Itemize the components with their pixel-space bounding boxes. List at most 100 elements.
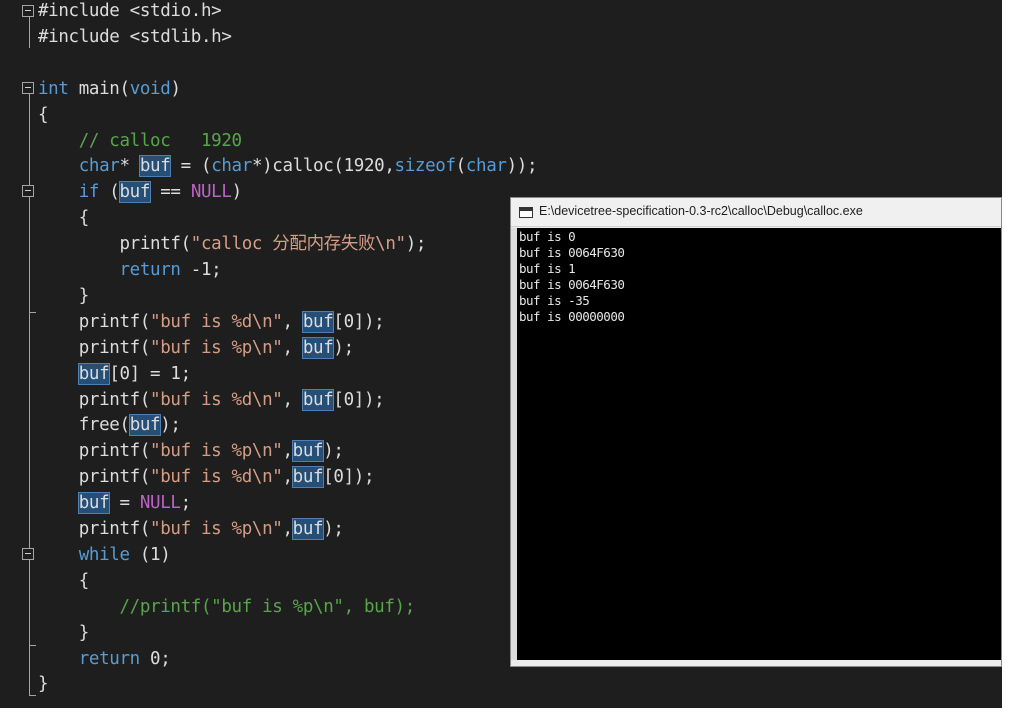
code-line[interactable]: printf("buf is %d\n", buf[0]); [38, 387, 385, 413]
code-token: = [109, 493, 140, 514]
code-token: return [78, 648, 140, 669]
code-line[interactable]: { [38, 102, 49, 128]
code-line[interactable]: // calloc 1920 [38, 128, 242, 154]
fold-guide-end [29, 645, 36, 646]
code-line[interactable]: printf("buf is %d\n", buf[0]); [38, 309, 385, 335]
fold-toggle-includes[interactable] [22, 5, 34, 17]
code-token: [0]); [333, 389, 385, 410]
code-line[interactable]: int main(void) [38, 76, 181, 102]
code-token: ); [160, 415, 181, 436]
console-output-line: buf is 00000000 [519, 309, 625, 324]
highlighted-symbol: buf [301, 388, 335, 411]
fold-guide-end [29, 695, 36, 696]
code-token: { [38, 570, 90, 591]
code-token: void [129, 78, 171, 99]
code-line[interactable]: //printf("buf is %p\n", buf); [38, 594, 416, 620]
code-token: NULL [139, 493, 181, 514]
code-token: char [465, 156, 507, 177]
code-token: "buf is %d\n" [150, 389, 283, 410]
code-token: ); [323, 441, 344, 462]
code-token: 0; [139, 648, 171, 669]
code-token: "calloc 分配内存失败\n" [190, 234, 406, 255]
code-token: [0] = 1; [109, 363, 191, 384]
code-token: NULL [190, 182, 232, 203]
code-token: printf( [38, 467, 151, 488]
highlighted-symbol: buf [291, 518, 325, 540]
code-line[interactable]: buf[0] = 1; [38, 361, 191, 387]
code-token: ( [455, 156, 467, 177]
code-token: printf( [38, 311, 151, 332]
console-output-line: buf is 1 [519, 261, 576, 276]
code-line[interactable]: printf("buf is %p\n",buf); [38, 516, 344, 542]
code-line[interactable]: free(buf); [38, 412, 181, 438]
code-token: } [38, 622, 90, 643]
code-token: free( [38, 415, 130, 436]
console-titlebar[interactable]: E:\devicetree-specification-0.3-rc2\call… [511, 198, 1001, 227]
code-token: printf( [38, 441, 151, 462]
code-token: { [38, 104, 49, 125]
code-token: , [282, 337, 303, 358]
code-token: [0]); [323, 467, 375, 488]
code-token: ) [231, 182, 243, 203]
code-token: } [38, 674, 49, 695]
code-line[interactable]: { [38, 568, 90, 594]
code-token: sizeof [394, 156, 456, 177]
code-token: #include <stdio.h> [38, 1, 222, 21]
code-token: * [119, 156, 140, 177]
code-token: "buf is %p\n" [150, 519, 283, 539]
code-line[interactable]: } [38, 620, 90, 646]
code-token: if [78, 182, 100, 203]
fold-toggle-main[interactable] [22, 82, 34, 94]
code-token: //printf("buf is %p\n", buf); [119, 596, 416, 617]
highlighted-symbol: buf [138, 155, 172, 178]
code-line[interactable]: { [38, 205, 90, 231]
highlighted-symbol: buf [291, 440, 325, 463]
code-token: main( [68, 78, 130, 99]
code-token: char [211, 156, 252, 177]
console-window[interactable]: E:\devicetree-specification-0.3-rc2\call… [510, 197, 1002, 667]
code-line[interactable]: } [38, 283, 90, 309]
code-line[interactable]: printf("calloc 分配内存失败\n"); [38, 231, 426, 257]
console-output-line: buf is 0064F630 [519, 245, 625, 260]
code-line[interactable]: if (buf == NULL) [38, 179, 242, 205]
console-output-line: buf is 0064F630 [519, 277, 625, 292]
code-token: "buf is %p\n" [150, 441, 283, 462]
code-token: ) [170, 78, 181, 99]
fold-toggle-if[interactable] [22, 185, 34, 197]
code-line[interactable]: buf = NULL; [38, 490, 191, 516]
code-token: ); [333, 337, 354, 358]
highlighted-symbol: buf [77, 492, 111, 515]
console-output-line: buf is -35 [519, 293, 590, 308]
code-line[interactable]: printf("buf is %d\n",buf[0]); [38, 464, 375, 490]
code-token: *)calloc(1920, [251, 156, 395, 177]
code-line[interactable]: printf("buf is %p\n", buf); [38, 335, 354, 361]
code-line[interactable]: printf("buf is %p\n",buf); [38, 438, 344, 464]
code-line[interactable]: char* buf = (char*)calloc(1920,sizeof(ch… [38, 153, 538, 179]
code-line[interactable]: while (1) [38, 542, 171, 568]
code-token: { [38, 208, 90, 229]
code-line[interactable]: return 0; [38, 646, 171, 672]
code-line[interactable]: #include <stdlib.h> [38, 24, 232, 50]
fold-toggle-while[interactable] [22, 548, 34, 560]
console-output-area[interactable]: buf is 0 buf is 0064F630 buf is 1 buf is 00… [517, 228, 1001, 660]
code-token: return [119, 260, 181, 280]
code-line[interactable]: } [38, 671, 49, 697]
code-token: char [78, 156, 120, 177]
code-token: printf( [38, 234, 191, 255]
code-line[interactable]: return -1; [38, 257, 222, 283]
code-token: == [150, 182, 191, 203]
code-token: ; [180, 493, 192, 514]
console-output-line: buf is 0 [519, 229, 576, 244]
code-token: while [78, 544, 130, 565]
code-token: ); [323, 519, 344, 539]
code-token: printf( [38, 519, 151, 539]
code-token: , [282, 441, 293, 462]
fold-guide-end [29, 312, 36, 313]
code-line[interactable]: #include <stdio.h> [38, 0, 222, 24]
